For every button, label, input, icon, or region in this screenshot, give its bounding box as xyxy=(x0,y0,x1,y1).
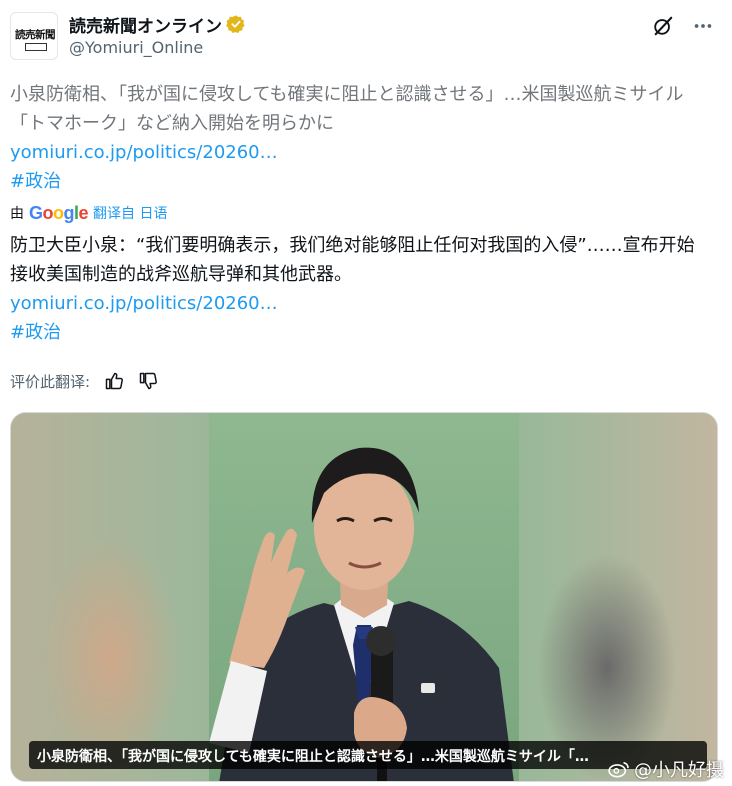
translation-attribution: 由 Google 翻译自 日语 xyxy=(10,202,168,224)
media-caption-box: 小泉防衛相、「我が国に侵攻しても確実に阻止と認識させる」…米国製巡航ミサイル「… xyxy=(29,741,707,769)
translated-text: 防卫大臣小泉：“我们要明确表示，我们绝对能够阻止任何对我国的入侵”……宣布开始接… xyxy=(10,235,695,285)
media-caption: 小泉防衛相、「我が国に侵攻しても確実に阻止と認識させる」…米国製巡航ミサイル「… xyxy=(37,749,589,765)
avatar-logo-text: 読売新聞 xyxy=(15,29,56,41)
weibo-icon xyxy=(608,761,629,778)
header-actions xyxy=(652,15,714,37)
more-icon[interactable] xyxy=(692,15,714,37)
translated-tweet-text: 防卫大臣小泉：“我们要明确表示，我们绝对能够阻止任何对我国的入侵”……宣布开始接… xyxy=(10,231,710,347)
avatar[interactable]: 読売新聞 xyxy=(10,12,58,60)
rate-label: 评价此翻译: xyxy=(10,372,91,391)
thumbs-up-icon[interactable] xyxy=(104,371,124,391)
watermark-text: @小凡好摄 xyxy=(634,760,724,781)
original-link[interactable]: yomiuri.co.jp/politics/20260… xyxy=(10,138,710,167)
speaker-photo xyxy=(209,413,519,781)
original-tweet-text: 小泉防衛相、「我が国に侵攻しても確実に阻止と認識させる」…米国製巡航ミサイル「ト… xyxy=(10,80,710,196)
display-name[interactable]: 読売新聞オンライン xyxy=(69,12,222,37)
media-image[interactable]: 小泉防衛相、「我が国に侵攻しても確実に阻止と認識させる」…米国製巡航ミサイル「… xyxy=(10,412,718,782)
watermark: @小凡好摄 xyxy=(608,756,724,782)
original-hashtag[interactable]: #政治 xyxy=(10,167,710,196)
avatar-logo-sub xyxy=(25,43,47,51)
translated-by-label: 由 xyxy=(10,206,24,222)
verified-badge-icon xyxy=(226,15,245,33)
name-row: 読売新聞オンライン xyxy=(69,11,246,37)
translated-link[interactable]: yomiuri.co.jp/politics/20260… xyxy=(10,289,710,318)
handle[interactable]: @Yomiuri_Online xyxy=(69,38,203,57)
google-logo: Google xyxy=(29,202,89,223)
translated-from-link[interactable]: 翻译自 日语 xyxy=(93,203,167,223)
thumbs-down-icon[interactable] xyxy=(138,371,158,391)
grok-icon[interactable] xyxy=(652,15,674,37)
translated-hashtag[interactable]: #政治 xyxy=(10,318,710,347)
tweet-header: 読売新聞 読売新聞オンライン @Yomiuri_Online xyxy=(10,8,722,64)
rate-translation-row: 评价此翻译: xyxy=(10,368,158,394)
original-text: 小泉防衛相、「我が国に侵攻しても確実に阻止と認識させる」…米国製巡航ミサイル「ト… xyxy=(10,84,684,134)
speaker-illustration xyxy=(209,447,514,781)
